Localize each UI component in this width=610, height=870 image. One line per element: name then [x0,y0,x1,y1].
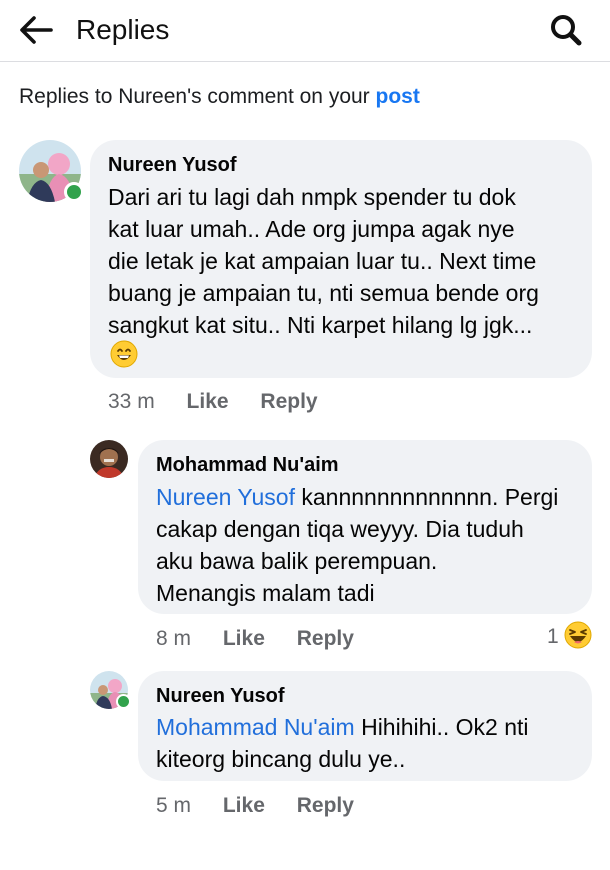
comment-line: buang je ampaian tu, nti semua bende org [108,280,539,306]
page-title: Replies [76,14,170,45]
top-bar: Replies [0,0,610,62]
comment-line: die letak je kat ampaian luar tu.. Next … [108,248,537,274]
reply-time: 5 m [156,794,192,817]
avatar[interactable] [90,440,128,478]
like-button[interactable]: Like [223,794,265,817]
reply-author[interactable]: Nureen Yusof [156,683,285,709]
mention-link[interactable]: Nureen Yusof [156,484,295,510]
replies-context: Replies to Nureen's comment on your post [19,84,420,110]
reply-line: kiteorg bincang dulu ye.. [156,746,406,772]
reaction-count[interactable]: 1 [547,624,559,650]
reply-button[interactable]: Reply [297,627,354,650]
like-button[interactable]: Like [223,627,265,650]
haha-reaction-icon[interactable] [564,621,592,649]
reply-text: Mohammad Nu'aim Hihihihi.. Ok2 nti kiteo… [156,711,588,775]
search-icon [551,15,582,46]
reply-first-line: Nureen Yusof kannnnnnnnnnnnn. Pergi [156,481,588,513]
comment-author[interactable]: Nureen Yusof [108,152,237,178]
comment-line: kat luar umah.. Ade org jumpa agak nye [108,216,515,242]
like-button[interactable]: Like [187,390,229,413]
post-link[interactable]: post [376,85,420,108]
reply-button[interactable]: Reply [297,794,354,817]
arrow-left-icon [20,16,53,44]
reply-first-line: Mohammad Nu'aim Hihihihi.. Ok2 nti [156,711,588,743]
reply-author[interactable]: Mohammad Nu'aim [156,452,339,478]
comment-text: Dari ari tu lagi dah nmpk spender tu dok… [108,181,588,341]
reply-text: Nureen Yusof kannnnnnnnnnnnn. Pergi caka… [156,481,588,609]
search-button[interactable] [546,10,586,50]
reply-line: kannnnnnnnnnnnn. Pergi [294,484,559,510]
reply-meta: 8 m Like Reply [156,626,354,652]
reply-button[interactable]: Reply [260,390,317,413]
reply-line: aku bawa balik perempuan. [156,548,438,574]
reply-meta: 5 m Like Reply [156,793,354,819]
reply-line: cakap dengan tiqa weyyy. Dia tuduh [156,516,524,542]
online-indicator [116,694,131,709]
context-text: Replies to Nureen's comment on your [19,85,376,108]
grinning-emoji-icon [110,340,138,368]
comment-meta: 33 m Like Reply [108,389,318,415]
reply-line: Menangis malam tadi [156,580,375,606]
comment-time: 33 m [108,390,155,413]
mention-link[interactable]: Mohammad Nu'aim [156,714,355,740]
back-button[interactable] [16,10,56,50]
reply-time: 8 m [156,627,192,650]
reply-line: Hihihihi.. Ok2 nti [354,714,529,740]
online-indicator [64,182,84,202]
comment-line: sangkut kat situ.. Nti karpet hilang lg … [108,312,533,338]
comment-line: Dari ari tu lagi dah nmpk spender tu dok [108,184,516,210]
